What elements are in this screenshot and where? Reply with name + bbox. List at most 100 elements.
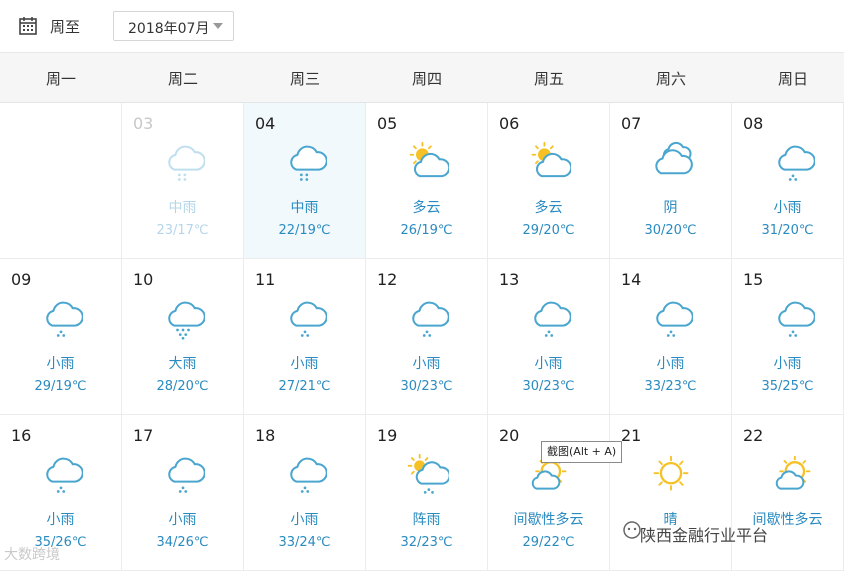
day-cell-05[interactable]: 05 多云 26/19℃: [366, 103, 488, 259]
day-cell-11[interactable]: 11 小雨 27/21℃: [244, 259, 366, 415]
empty-day-cell: [0, 103, 122, 259]
day-cell-04[interactable]: 04 中雨 22/19℃: [244, 103, 366, 259]
weekday-fri: 周五: [533, 70, 564, 88]
rain-light-icon: [412, 301, 449, 337]
weather-condition: 小雨: [46, 356, 75, 372]
weekday-wed: 周三: [289, 70, 320, 88]
wechat-logo-icon: [623, 521, 641, 539]
day-number: 17: [133, 426, 154, 445]
rain-medium-icon: [168, 145, 205, 181]
day-number: 16: [11, 426, 32, 445]
day-number: 03: [133, 114, 154, 133]
weekday-sat: 周六: [655, 70, 686, 88]
weekday-header: 周一 周二 周三 周四 周五 周六 周日: [0, 53, 844, 103]
rain-light-icon: [778, 301, 815, 337]
temperature-range: 30/23℃: [400, 379, 453, 394]
rain-medium-icon: [290, 145, 327, 181]
day-number: 12: [377, 270, 398, 289]
day-cell-03[interactable]: 03 中雨 23/17℃: [122, 103, 244, 259]
temperature-range: 30/23℃: [522, 379, 575, 394]
temperature-range: 26/19℃: [400, 223, 453, 238]
partly-cloudy-icon: [531, 141, 571, 178]
weather-condition: 小雨: [168, 512, 197, 528]
day-number: 06: [499, 114, 520, 133]
temperature-range: 30/20℃: [644, 223, 697, 238]
day-number: 18: [255, 426, 276, 445]
weather-condition: 小雨: [773, 356, 802, 372]
temperature-range: 29/19℃: [34, 379, 87, 394]
temperature-range: 29/20℃: [522, 223, 575, 238]
day-cell-18[interactable]: 18 小雨 33/24℃: [244, 415, 366, 571]
day-number: 10: [133, 270, 154, 289]
day-number: 04: [255, 114, 276, 133]
weather-condition: 多云: [534, 200, 563, 216]
temperature-range: 22/19℃: [278, 223, 331, 238]
weather-condition: 小雨: [46, 512, 75, 528]
weather-condition: 小雨: [534, 356, 563, 372]
chevron-down-icon: [213, 23, 223, 29]
weekday-thu: 周四: [411, 70, 442, 88]
rain-light-icon: [46, 457, 83, 493]
day-cell-06[interactable]: 06 多云 29/20℃: [488, 103, 610, 259]
weather-condition: 间歇性多云: [513, 512, 584, 528]
weather-condition: 小雨: [773, 200, 802, 216]
day-cell-14[interactable]: 14 小雨 33/23℃: [610, 259, 732, 415]
day-cell-22[interactable]: 22 间歇性多云: [732, 415, 844, 571]
day-cell-08[interactable]: 08 小雨 31/20℃: [732, 103, 844, 259]
day-cell-12[interactable]: 12 小雨 30/23℃: [366, 259, 488, 415]
weekday-sun: 周日: [777, 70, 808, 88]
day-cell-20[interactable]: 20 间歇性多云 29/22℃: [488, 415, 610, 571]
day-cell-19[interactable]: 19 阵雨 32/23℃: [366, 415, 488, 571]
showers-icon: [407, 453, 449, 494]
day-number: 08: [743, 114, 764, 133]
day-cell-13[interactable]: 13 小雨 30/23℃: [488, 259, 610, 415]
calendar-icon[interactable]: [18, 16, 38, 36]
watermark-left: 大数跨境: [4, 547, 60, 563]
temperature-range: 33/23℃: [644, 379, 697, 394]
weekday-mon: 周一: [45, 70, 76, 88]
weather-condition: 中雨: [290, 200, 319, 216]
day-number: 14: [621, 270, 642, 289]
month-select[interactable]: 2018年07月: [113, 11, 234, 41]
screenshot-tooltip: 截图(Alt + A): [541, 441, 623, 463]
temperature-range: 29/22℃: [522, 535, 575, 550]
rain-light-icon: [656, 301, 693, 337]
rain-light-icon: [534, 301, 571, 337]
weather-condition: 大雨: [168, 356, 197, 372]
day-cell-09[interactable]: 09 小雨 29/19℃: [0, 259, 122, 415]
day-number: 11: [255, 270, 276, 289]
intermittent-cloudy-icon: [775, 455, 811, 490]
temperature-range: 35/25℃: [761, 379, 814, 394]
calendar-grid: 03 中雨 23/17℃ 04 中雨 22/19℃ 05 多云 26/19℃ 06 多云 29/20℃…: [0, 103, 844, 573]
watermark-right: 陕西金融行业平台: [640, 526, 769, 545]
temperature-range: 34/26℃: [156, 535, 209, 550]
day-number: 21: [621, 426, 642, 445]
weather-condition: 小雨: [290, 512, 319, 528]
toolbar: 周至 2018年07月: [0, 0, 844, 53]
rain-light-icon: [168, 457, 205, 493]
day-number: 15: [743, 270, 764, 289]
temperature-range: 31/20℃: [761, 223, 814, 238]
day-number: 19: [377, 426, 398, 445]
partly-cloudy-icon: [409, 141, 449, 178]
weather-condition: 多云: [412, 200, 441, 216]
temperature-range: 32/23℃: [400, 535, 453, 550]
weekday-tue: 周二: [167, 70, 198, 88]
day-cell-21[interactable]: 21 晴: [610, 415, 732, 571]
temperature-range: 23/17℃: [156, 223, 209, 238]
rain-light-icon: [46, 301, 83, 337]
month-select-value: 2018年07月: [128, 21, 210, 37]
rain-heavy-icon: [168, 301, 205, 340]
sunny-icon: [653, 455, 689, 491]
weather-condition: 阵雨: [412, 512, 441, 528]
overcast-icon: [655, 141, 693, 175]
weather-condition: 小雨: [412, 356, 441, 372]
day-cell-07[interactable]: 07 阴 30/20℃: [610, 103, 732, 259]
day-number: 13: [499, 270, 520, 289]
day-cell-15[interactable]: 15 小雨 35/25℃: [732, 259, 844, 415]
day-cell-10[interactable]: 10 大雨 28/20℃: [122, 259, 244, 415]
day-cell-17[interactable]: 17 小雨 34/26℃: [122, 415, 244, 571]
day-number: 07: [621, 114, 642, 133]
rain-light-icon: [290, 301, 327, 337]
day-number: 05: [377, 114, 398, 133]
